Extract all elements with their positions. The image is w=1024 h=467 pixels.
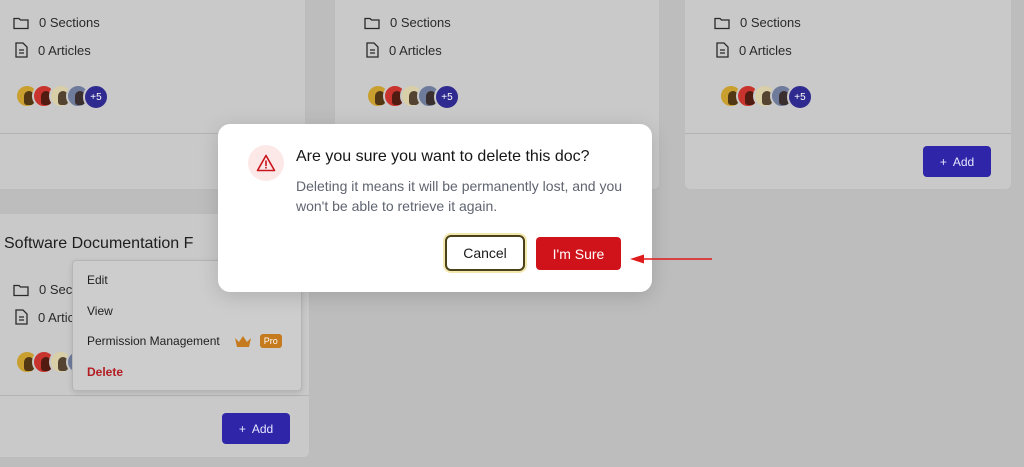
doc-card-3: 0 Sections 0 Articles +5 + Add: [684, 0, 1012, 190]
pro-badge: Pro: [259, 334, 282, 348]
more-avatars-badge[interactable]: +5: [787, 84, 813, 110]
member-avatars[interactable]: +5: [719, 84, 813, 110]
dialog-title: Are you sure you want to delete this doc…: [296, 148, 590, 165]
menu-item-delete[interactable]: Delete: [87, 365, 123, 379]
document-icon: [15, 42, 28, 58]
doc-title[interactable]: Software Documentation F: [4, 235, 193, 253]
add-button[interactable]: + Add: [222, 413, 290, 444]
arrow-annotation: [630, 254, 712, 264]
sections-count: 0 Sections: [740, 15, 801, 30]
articles-count: 0 Articles: [739, 42, 792, 58]
member-avatars[interactable]: +5: [366, 84, 460, 110]
dialog-message: Deleting it means it will be permanently…: [296, 178, 623, 214]
folder-icon: [714, 17, 730, 29]
add-button-label: Add: [952, 154, 975, 169]
confirm-delete-button[interactable]: I'm Sure: [536, 237, 621, 270]
articles-count: 0 Articles: [38, 42, 91, 58]
more-avatars-badge[interactable]: +5: [83, 84, 109, 110]
add-button-label: Add: [251, 421, 274, 436]
cancel-button[interactable]: Cancel: [445, 235, 525, 271]
articles-row: 0 Articles: [366, 42, 442, 58]
document-icon: [15, 309, 28, 325]
document-icon: [366, 42, 379, 58]
add-button[interactable]: + Add: [923, 146, 991, 177]
sections-count: 0 Sect: [39, 282, 76, 297]
more-avatars-badge[interactable]: +5: [434, 84, 460, 110]
sections-row: 0 Sections: [714, 15, 801, 30]
sections-row: 0 Sect: [13, 282, 76, 297]
sections-count: 0 Sections: [390, 15, 451, 30]
plus-icon: +: [939, 154, 947, 169]
menu-item-permission-management[interactable]: Permission Management Pro: [87, 334, 287, 348]
sections-row: 0 Sections: [364, 15, 451, 30]
articles-row: 0 Articles: [15, 42, 91, 58]
plus-icon: +: [238, 421, 246, 436]
menu-item-label: Permission Management: [87, 334, 220, 348]
folder-icon: [13, 284, 29, 296]
menu-item-view[interactable]: View: [87, 304, 113, 318]
warning-icon-container: [248, 145, 284, 181]
articles-count: 0 Artic: [38, 309, 75, 325]
confirm-delete-dialog: Are you sure you want to delete this doc…: [218, 124, 652, 292]
folder-icon: [13, 17, 29, 29]
folder-icon: [364, 17, 380, 29]
articles-row: 0 Articles: [716, 42, 792, 58]
crown-icon: [234, 335, 251, 347]
sections-count: 0 Sections: [39, 15, 100, 30]
warning-triangle-icon: [256, 154, 276, 172]
sections-row: 0 Sections: [13, 15, 100, 30]
member-avatars[interactable]: +5: [15, 84, 109, 110]
articles-count: 0 Articles: [389, 42, 442, 58]
menu-item-edit[interactable]: Edit: [87, 273, 108, 287]
articles-row: 0 Artic: [15, 309, 74, 325]
document-icon: [716, 42, 729, 58]
